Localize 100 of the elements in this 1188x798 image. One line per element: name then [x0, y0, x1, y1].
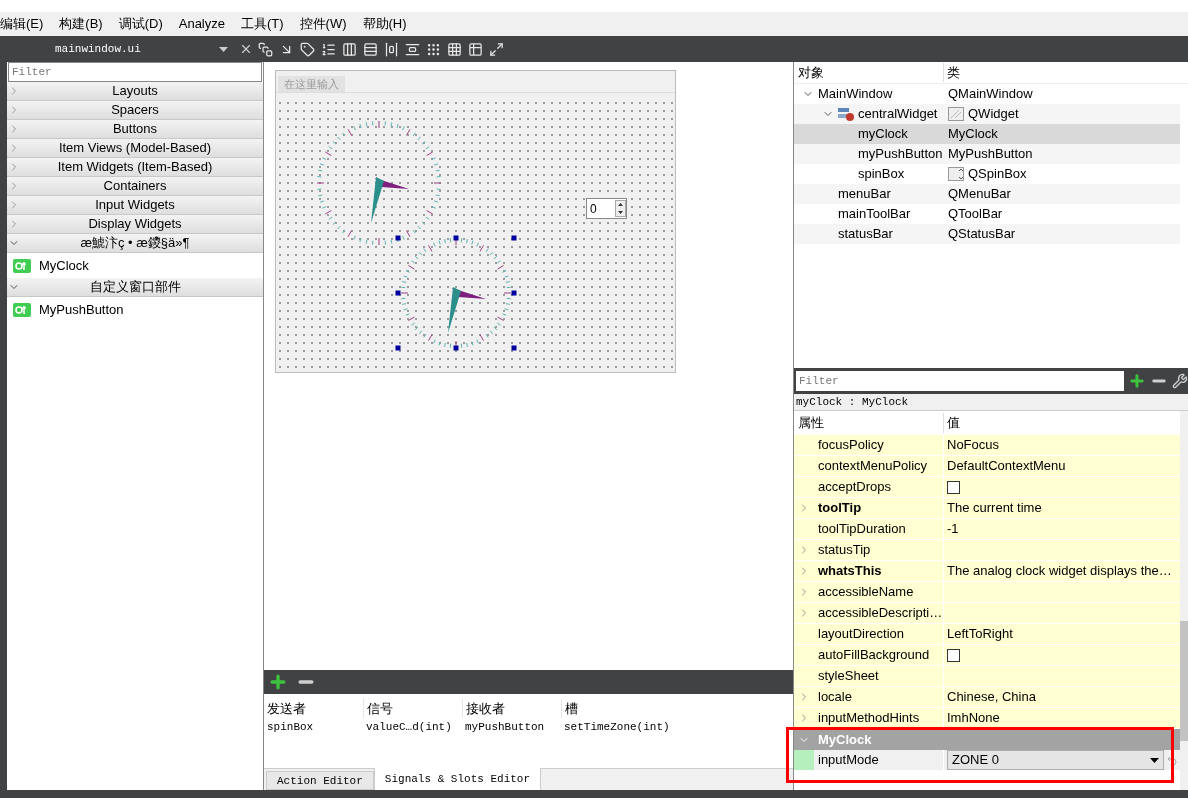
property-name: layoutDirection	[817, 625, 904, 644]
property-row[interactable]: locale Chinese, China	[794, 687, 1180, 708]
object-name: mainToolBar	[838, 205, 911, 224]
property-name: focusPolicy	[817, 436, 884, 455]
table-cell-text: spinBox	[266, 719, 315, 735]
property-row[interactable]: styleSheet	[794, 666, 1180, 687]
scrollbar[interactable]	[1180, 411, 1188, 790]
menu-item[interactable]: 控件(W)	[291, 14, 355, 34]
property-row[interactable]: focusPolicy NoFocus	[794, 435, 1180, 456]
checkbox[interactable]	[947, 480, 960, 494]
editor-tab[interactable]: Action Editor	[266, 771, 374, 790]
property-row[interactable]: acceptDrops	[794, 477, 1180, 498]
numbered-list-icon[interactable]	[321, 41, 336, 57]
class-name: MyPushButton	[948, 145, 1033, 164]
close-icon[interactable]	[239, 42, 253, 56]
tree-row[interactable]: myPushButton MyPushButton	[794, 144, 1180, 164]
property-row[interactable]: inputMode ZONE 0	[794, 750, 1180, 771]
property-name: toolTip	[817, 499, 862, 518]
column-header[interactable]: 值	[944, 413, 960, 433]
column-header[interactable]: 发送者	[264, 698, 363, 718]
property-value: DefaultContextMenu	[947, 457, 1066, 476]
column-header[interactable]: 属性	[794, 413, 944, 433]
object-name: myClock	[858, 125, 908, 144]
layout-icon	[838, 107, 854, 121]
spin-arrows-icon	[615, 200, 626, 217]
tree-row[interactable]: menuBar QMenuBar	[794, 184, 1180, 204]
property-row[interactable]: contextMenuPolicy DefaultContextMenu	[794, 456, 1180, 477]
property-row[interactable]: autoFillBackground	[794, 645, 1180, 666]
property-name: whatsThis	[817, 562, 882, 581]
qt-logo-icon	[13, 258, 31, 273]
column-header[interactable]: 对象	[794, 62, 944, 83]
property-row[interactable]: toolTipDuration -1	[794, 519, 1180, 540]
vertical-split-icon[interactable]	[405, 41, 420, 57]
property-row[interactable]: whatsThis The analog clock widget displays the…	[794, 561, 1180, 582]
property-row[interactable]: inputMethodHints ImhNone	[794, 708, 1180, 729]
rows-icon[interactable]	[363, 41, 378, 57]
property-value: NoFocus	[947, 436, 1000, 455]
tree-row[interactable]: statusBar QStatusBar	[794, 224, 1180, 244]
property-value: Chinese, China	[947, 688, 1036, 707]
category-header[interactable]: Containers	[7, 177, 263, 196]
menu-item[interactable]: 工具(T)	[233, 14, 292, 34]
stacked-squares-icon[interactable]	[258, 41, 273, 57]
property-row[interactable]: layoutDirection LeftToRight	[794, 624, 1180, 645]
category-header[interactable]: Item Widgets (Item-Based)	[7, 158, 263, 177]
object-name: menuBar	[838, 185, 891, 204]
category-header[interactable]: 自定义窗口部件	[7, 278, 263, 297]
file-selector[interactable]: mainwindow.ui	[0, 36, 234, 62]
wrench-icon[interactable]	[1172, 373, 1188, 389]
category-header[interactable]: Item Views (Model-Based)	[7, 139, 263, 158]
object-name: statusBar	[838, 225, 893, 244]
editor-tab[interactable]: Signals & Slots Editor	[373, 768, 542, 790]
combo-box[interactable]: ZONE 0	[947, 750, 1164, 770]
property-name: statusTip	[817, 541, 871, 560]
reset-icon[interactable]	[1167, 755, 1177, 765]
category-header[interactable]: Input Widgets	[7, 196, 263, 215]
widget-icon	[948, 107, 964, 121]
category-header[interactable]: Display Widgets	[7, 215, 263, 234]
column-header[interactable]: 接收者	[462, 698, 561, 718]
property-name: inputMode	[817, 751, 879, 770]
property-name: acceptDrops	[817, 478, 891, 497]
menu-item[interactable]: 帮助(H)	[354, 14, 415, 34]
column-header[interactable]: 信号	[363, 698, 462, 718]
property-row[interactable]: statusTip	[794, 540, 1180, 561]
spin-box[interactable]: 0	[586, 198, 627, 219]
resize-icon[interactable]	[489, 41, 504, 57]
grip-icon[interactable]	[426, 41, 441, 57]
property-row[interactable]: accessibleName	[794, 582, 1180, 603]
horizontal-split-icon[interactable]	[384, 41, 399, 57]
menu-item[interactable]: 编辑(E)	[0, 14, 52, 34]
menu-item[interactable]: 调试(D)	[110, 14, 171, 34]
qt-logo-icon	[13, 302, 31, 317]
filter-field[interactable]: Filter	[796, 371, 1125, 391]
property-row[interactable]: accessibleDescripti…	[794, 603, 1180, 624]
property-value: The current time	[947, 499, 1042, 518]
widget-item[interactable]: MyClock	[7, 253, 263, 278]
category-header[interactable]: Buttons	[7, 120, 263, 139]
scrollbar-thumb[interactable]	[1180, 621, 1188, 741]
category-header[interactable]: Spacers	[7, 101, 263, 120]
menu-item[interactable]: 构建(B)	[51, 14, 111, 34]
column-header[interactable]: 槽	[561, 698, 793, 718]
tree-row[interactable]: centralWidget QWidget	[794, 104, 1180, 124]
tree-row[interactable]: myClock MyClock	[794, 124, 1180, 144]
checkbox[interactable]	[947, 648, 960, 662]
add-icon[interactable]	[268, 672, 288, 692]
property-row[interactable]: toolTip The current time	[794, 498, 1180, 519]
property-name: autoFillBackground	[817, 646, 930, 665]
filter-field[interactable]: Filter	[8, 62, 262, 82]
column-header[interactable]: 类	[944, 62, 960, 83]
table-icon[interactable]	[468, 41, 483, 57]
property-name: locale	[817, 688, 852, 707]
property-name: styleSheet	[817, 667, 879, 686]
category-header[interactable]: æ鯱汴ç • æ鑁§ä»¶	[7, 234, 263, 253]
class-name: QMenuBar	[948, 185, 1011, 204]
menu-item[interactable]: Analyze	[170, 14, 233, 34]
tag-icon[interactable]	[300, 41, 315, 57]
grid-icon[interactable]	[447, 41, 462, 57]
category-header[interactable]: Layouts	[7, 82, 263, 101]
class-name: QToolBar	[948, 205, 1003, 224]
columns-icon[interactable]	[342, 41, 357, 57]
widget-item[interactable]: MyPushButton	[7, 297, 263, 322]
